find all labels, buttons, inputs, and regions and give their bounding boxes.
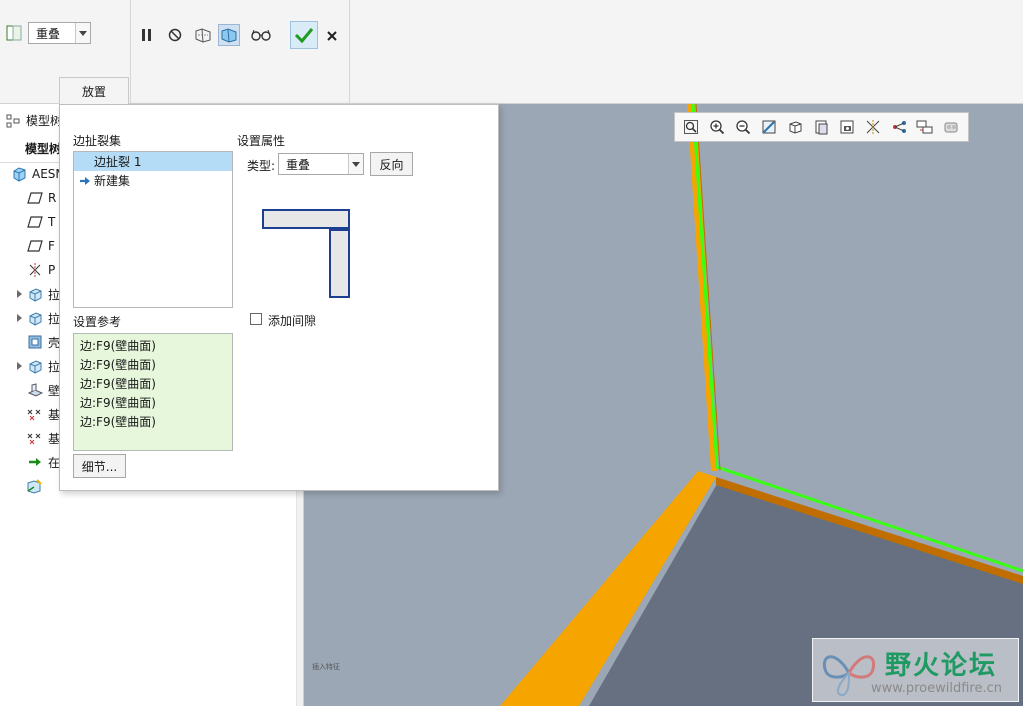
model-tree-item[interactable]: AESM — [0, 163, 66, 185]
zoom-in-icon[interactable] — [706, 116, 728, 138]
expand-arrow-icon[interactable] — [14, 314, 24, 322]
display-style-icon[interactable] — [784, 116, 806, 138]
model-tree-item[interactable]: 壁 — [0, 379, 60, 401]
references-label: 设置参考 — [73, 315, 122, 329]
edge-rip-feature-icon — [26, 477, 44, 495]
watermark-title: 野火论坛 — [885, 651, 998, 681]
rip-set-label: 边扯裂 1 — [94, 155, 142, 169]
reference-item[interactable]: 边:F9(壁曲面) — [74, 355, 232, 374]
model-tree-item[interactable]: F — [0, 235, 55, 257]
reference-item[interactable]: 边:F9(壁曲面) — [74, 412, 232, 431]
annotation-icon[interactable] — [888, 116, 910, 138]
references-list[interactable]: 边:F9(壁曲面) 边:F9(壁曲面) 边:F9(壁曲面) 边:F9(壁曲面) 边:F9… — [73, 333, 233, 451]
model-tree-item[interactable]: 基 — [0, 403, 60, 425]
appearance-icon[interactable] — [940, 116, 962, 138]
model-tree-item[interactable]: 拉 — [0, 355, 60, 377]
edge-rip-type-icon[interactable] — [5, 24, 23, 42]
model-tree-item[interactable]: T — [0, 211, 55, 233]
reference-item[interactable]: 边:F9(壁曲面) — [74, 374, 232, 393]
model-tree-item[interactable]: 在 — [0, 451, 60, 473]
model-tree-item[interactable]: R — [0, 187, 56, 209]
new-set-arrow-icon — [76, 176, 94, 186]
properties-label: 设置属性 — [237, 134, 286, 148]
details-button[interactable]: 细节... — [73, 454, 126, 478]
new-set-item[interactable]: 新建集 — [74, 171, 232, 190]
chevron-down-icon[interactable] — [75, 23, 90, 43]
model-tree-item[interactable]: 拉 — [0, 307, 60, 329]
expand-arrow-icon[interactable] — [14, 290, 24, 298]
model-tree-item[interactable]: P — [0, 259, 55, 281]
extrude-icon — [26, 285, 44, 303]
view-toolbar — [674, 112, 969, 142]
coordinate-system-icon — [26, 261, 44, 279]
apply-checkmark-button[interactable] — [290, 21, 318, 49]
shell-icon — [26, 333, 44, 351]
pause-icon[interactable] — [136, 24, 158, 46]
no-preview-icon[interactable] — [164, 24, 186, 46]
flip-button[interactable]: 反向 — [370, 152, 413, 176]
view-manager-icon[interactable] — [836, 116, 858, 138]
rip-set-item-selected[interactable]: 边扯裂 1 — [74, 152, 232, 171]
refit-icon[interactable] — [680, 116, 702, 138]
datum-display-icon[interactable] — [862, 116, 884, 138]
verify-glasses-icon[interactable] — [250, 24, 272, 46]
forum-watermark: 野火论坛 www.proewildfire.cn — [812, 638, 1019, 702]
extrude-icon — [26, 309, 44, 327]
cancel-x-button[interactable] — [321, 25, 343, 47]
add-gap-checkbox[interactable] — [250, 313, 262, 325]
add-gap-label: 添加间隙 — [268, 314, 317, 328]
model-tree-item-label: T — [48, 215, 56, 229]
model-tree-item-label: P — [48, 263, 56, 277]
spin-center-icon[interactable] — [914, 116, 936, 138]
rip-sets-list: 边扯裂 1 新建集 — [73, 151, 233, 308]
rip-sets-label: 边扯裂集 — [73, 134, 122, 148]
model-tree-item[interactable] — [0, 475, 48, 497]
rip-type-value: 重叠 — [36, 26, 61, 41]
wall-icon — [26, 381, 44, 399]
rip-set-label: 新建集 — [94, 174, 131, 188]
type-dropdown[interactable]: 重叠 — [278, 153, 364, 175]
tab-placement[interactable]: 放置 — [59, 77, 129, 104]
insert-here-icon — [26, 453, 44, 471]
overlap-preview-diagram — [262, 209, 350, 298]
ribbon-divider — [349, 0, 350, 104]
model-tree-header-label: 模型树 — [26, 114, 63, 128]
saved-views-icon[interactable] — [810, 116, 832, 138]
datum-plane-icon — [26, 237, 44, 255]
model-tree-header[interactable]: 模型树 — [6, 112, 62, 129]
extrude-icon — [26, 357, 44, 375]
placement-panel: 边扯裂集 边扯裂 1 新建集 设置参考 边:F9(壁曲面) 边:F9(壁曲面) 边:F… — [59, 104, 499, 491]
model-tree-subheader: 模型树 — [25, 142, 62, 156]
watermark-url: www.proewildfire.cn — [871, 681, 1002, 696]
datum-point-icon — [26, 405, 44, 423]
datum-plane-icon — [26, 189, 44, 207]
datum-point-icon — [26, 429, 44, 447]
tree-grid-icon — [6, 114, 20, 127]
type-label: 类型: — [247, 159, 276, 173]
part-icon — [10, 165, 28, 183]
feature-preview-icon[interactable] — [218, 24, 240, 46]
datum-plane-icon — [26, 213, 44, 231]
model-tree-item-label: R — [48, 191, 57, 205]
zoom-out-icon[interactable] — [732, 116, 754, 138]
model-tree-item[interactable]: 壳 — [0, 331, 60, 353]
ribbon: 重叠 放置 — [0, 0, 1023, 104]
model-tree-item[interactable]: 基 — [0, 427, 60, 449]
expand-arrow-icon[interactable] — [14, 362, 24, 370]
model-tree-item[interactable]: 拉 — [0, 283, 60, 305]
type-value: 重叠 — [286, 157, 311, 172]
chevron-down-icon[interactable] — [348, 154, 363, 174]
reference-item[interactable]: 边:F9(壁曲面) — [74, 393, 232, 412]
viewport-note: 插入特征 — [312, 663, 340, 671]
reference-item[interactable]: 边:F9(壁曲面) — [74, 336, 232, 355]
ribbon-divider — [130, 0, 131, 104]
model-tree-item-label: F — [48, 239, 55, 253]
butterfly-logo-icon — [822, 655, 876, 697]
repaint-icon[interactable] — [758, 116, 780, 138]
rip-type-dropdown[interactable]: 重叠 — [28, 22, 91, 44]
geometry-preview-icon[interactable] — [192, 24, 214, 46]
